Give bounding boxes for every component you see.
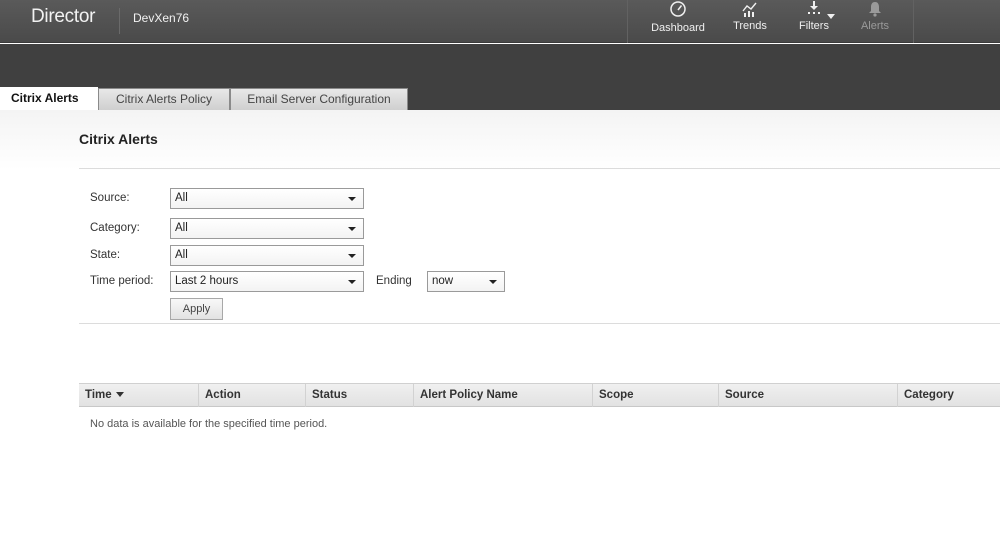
- nav-alerts-label: Alerts: [860, 20, 890, 32]
- nav-trends-label: Trends: [733, 20, 767, 32]
- source-select[interactable]: All: [170, 188, 364, 209]
- app-title: Director: [31, 6, 96, 27]
- column-header-category-label: Category: [904, 389, 954, 401]
- top-bar: Director DevXen76 Dashboard Trends Filte…: [0, 0, 1000, 43]
- empty-table-message: No data is available for the specified t…: [90, 418, 328, 430]
- chevron-down-icon: [348, 254, 356, 258]
- time-period-label: Time period:: [90, 275, 154, 287]
- chevron-down-icon: [348, 227, 356, 231]
- column-header-action[interactable]: Action: [199, 384, 306, 407]
- column-header-status[interactable]: Status: [306, 384, 414, 407]
- column-header-alert-policy-name-label: Alert Policy Name: [420, 389, 518, 401]
- state-select-value: All: [175, 249, 188, 261]
- nav-alerts: Alerts: [853, 0, 897, 43]
- state-select[interactable]: All: [170, 245, 364, 266]
- nav-filters[interactable]: Filters: [788, 0, 840, 43]
- column-header-alert-policy-name[interactable]: Alert Policy Name: [414, 384, 593, 407]
- column-header-time[interactable]: Time: [79, 384, 199, 407]
- column-header-time-label: Time: [85, 389, 112, 401]
- time-period-select-value: Last 2 hours: [175, 275, 239, 287]
- chevron-down-icon: [489, 280, 497, 284]
- category-select-value: All: [175, 222, 188, 234]
- chart-icon: [726, 0, 774, 18]
- category-label: Category:: [90, 222, 140, 234]
- chevron-down-icon: [348, 280, 356, 284]
- nav-filters-label: Filters: [799, 20, 829, 32]
- state-label: State:: [90, 249, 121, 261]
- column-header-action-label: Action: [205, 389, 241, 401]
- nav-divider: [913, 0, 914, 43]
- ending-label: Ending: [376, 275, 412, 287]
- chevron-down-icon[interactable]: [827, 14, 835, 19]
- nav-dashboard[interactable]: Dashboard: [645, 0, 711, 43]
- column-header-scope-label: Scope: [599, 389, 634, 401]
- time-period-select[interactable]: Last 2 hours: [170, 271, 364, 292]
- column-header-source-label: Source: [725, 389, 764, 401]
- sort-desc-icon: [115, 392, 124, 397]
- column-header-category[interactable]: Category: [898, 384, 1000, 407]
- source-select-value: All: [175, 192, 188, 204]
- column-header-scope[interactable]: Scope: [593, 384, 719, 407]
- column-header-source[interactable]: Source: [719, 384, 898, 407]
- brand-divider: [119, 8, 120, 34]
- table-header: Time Action Status Alert Policy Name Sco…: [79, 383, 1000, 407]
- category-select[interactable]: All: [170, 218, 364, 239]
- page-title: Citrix Alerts: [79, 131, 158, 147]
- site-name: DevXen76: [133, 11, 190, 25]
- nav-divider: [627, 0, 628, 43]
- bell-icon: [853, 0, 897, 18]
- gauge-icon: [645, 0, 711, 18]
- ending-select[interactable]: now: [427, 271, 505, 292]
- apply-button[interactable]: Apply: [170, 298, 223, 320]
- tab-email-server-configuration[interactable]: Email Server Configuration: [230, 88, 408, 110]
- nav-dashboard-label: Dashboard: [651, 22, 705, 34]
- nav-trends[interactable]: Trends: [726, 0, 774, 43]
- tab-citrix-alerts-policy[interactable]: Citrix Alerts Policy: [98, 88, 230, 110]
- column-header-status-label: Status: [312, 389, 348, 401]
- ending-select-value: now: [432, 275, 454, 287]
- divider: [79, 323, 1000, 324]
- tab-citrix-alerts[interactable]: Citrix Alerts: [0, 87, 98, 110]
- divider: [79, 168, 1000, 169]
- main-content: Citrix Alerts Source: All Category: All …: [0, 110, 1000, 544]
- source-label: Source:: [90, 192, 130, 204]
- chevron-down-icon: [348, 197, 356, 201]
